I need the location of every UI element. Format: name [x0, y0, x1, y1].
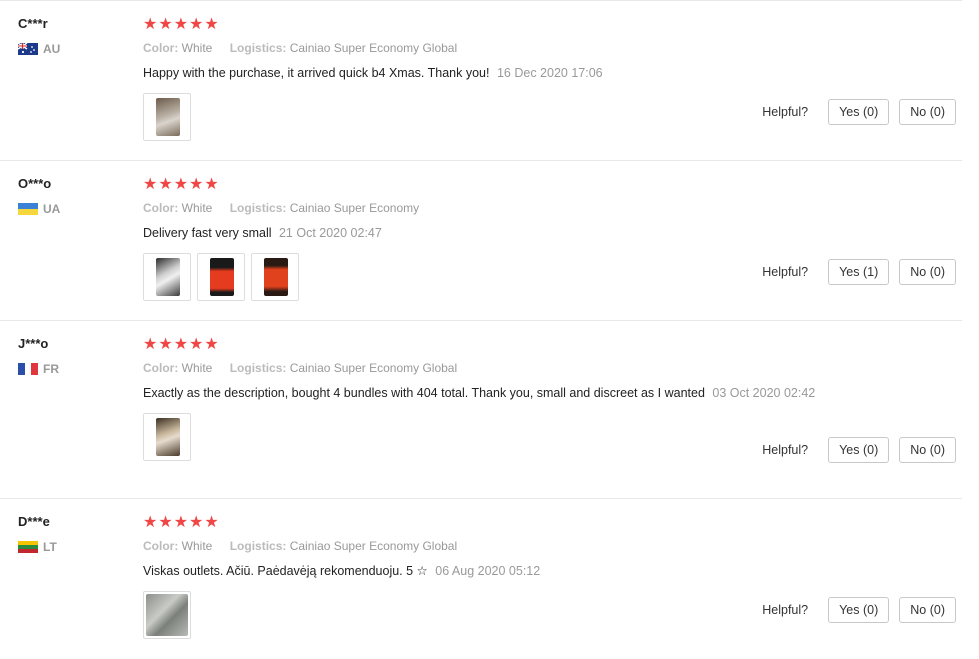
logistics-label: Logistics:	[229, 539, 287, 553]
color-label: Color:	[143, 41, 179, 55]
reviewer-info: O***o UA	[18, 175, 60, 216]
color-label: Color:	[143, 539, 179, 553]
reviewer-country: AU	[18, 42, 60, 56]
review-content: ★★★★★ Color: White Logistics: Cainiao Su…	[143, 335, 833, 461]
reviewer-name: C***r	[18, 16, 48, 31]
review-photo-thumbnail[interactable]	[197, 253, 245, 301]
reviewer-info: C***r AU	[18, 15, 60, 56]
helpful-yes-button[interactable]: Yes (0)	[828, 597, 890, 623]
logistics-value: Cainiao Super Economy Global	[289, 41, 458, 55]
country-code: FR	[43, 362, 59, 376]
review-item: J***o FR ★★★★★ Color: White Logistics: C…	[0, 320, 962, 499]
review-attributes: Color: White Logistics: Cainiao Super Ec…	[143, 39, 833, 57]
logistics-value: Cainiao Super Economy Global	[289, 539, 458, 553]
color-label: Color:	[143, 201, 179, 215]
review-text: Delivery fast very small	[143, 226, 272, 240]
review-text: Exactly as the description, bought 4 bun…	[143, 386, 705, 400]
review-photo-thumbnail[interactable]	[251, 253, 299, 301]
country-code: LT	[43, 540, 57, 554]
reviewer-info: J***o FR	[18, 335, 59, 376]
helpful-yes-button[interactable]: Yes (1)	[828, 259, 890, 285]
review-text: Viskas outlets. Ačiū. Paėdavėją rekomend…	[143, 564, 428, 578]
logistics-value: Cainiao Super Economy	[289, 201, 420, 215]
helpful-label: Helpful?	[762, 105, 809, 119]
country-code: AU	[43, 42, 61, 56]
reviewer-name: O***o	[18, 176, 52, 191]
reviewer-country: FR	[18, 362, 59, 376]
review-attributes: Color: White Logistics: Cainiao Super Ec…	[143, 359, 833, 377]
review-item: C***r AU ★★★★★ Color: White Logistics: C…	[0, 0, 962, 161]
color-value: White	[181, 361, 213, 375]
review-photos	[143, 253, 833, 301]
helpful-label: Helpful?	[762, 265, 809, 279]
reviewer-country: LT	[18, 540, 57, 554]
logistics-label: Logistics:	[229, 201, 287, 215]
logistics-label: Logistics:	[229, 361, 287, 375]
helpful-label: Helpful?	[762, 443, 809, 457]
reviewer-name: D***e	[18, 514, 50, 529]
review-photo-thumbnail[interactable]	[143, 253, 191, 301]
star-rating: ★★★★★	[143, 514, 220, 531]
review-attributes: Color: White Logistics: Cainiao Super Ec…	[143, 537, 833, 555]
review-date: 06 Aug 2020 05:12	[435, 564, 541, 578]
helpful-no-button[interactable]: No (0)	[899, 99, 956, 125]
review-text-block: Delivery fast very small 21 Oct 2020 02:…	[143, 223, 833, 243]
review-photos	[143, 93, 833, 141]
star-rating: ★★★★★	[143, 176, 220, 193]
review-text-block: Viskas outlets. Ačiū. Paėdavėją rekomend…	[143, 561, 833, 581]
review-item: O***o UA ★★★★★ Color: White Logistics: C…	[0, 160, 962, 321]
review-content: ★★★★★ Color: White Logistics: Cainiao Su…	[143, 15, 833, 141]
review-date: 16 Dec 2020 17:06	[496, 66, 603, 80]
flag-au-icon	[18, 43, 38, 55]
review-text-block: Happy with the purchase, it arrived quic…	[143, 63, 833, 83]
review-attributes: Color: White Logistics: Cainiao Super Ec…	[143, 199, 833, 217]
logistics-value: Cainiao Super Economy Global	[289, 361, 458, 375]
helpful-label: Helpful?	[762, 603, 809, 617]
review-text: Happy with the purchase, it arrived quic…	[143, 66, 490, 80]
star-rating: ★★★★★	[143, 16, 220, 33]
helpful-voting: Helpful? Yes (0) No (0)	[762, 99, 956, 125]
reviewer-info: D***e LT	[18, 513, 57, 554]
review-date: 21 Oct 2020 02:47	[278, 226, 382, 240]
review-content: ★★★★★ Color: White Logistics: Cainiao Su…	[143, 175, 833, 301]
review-date: 03 Oct 2020 02:42	[712, 386, 816, 400]
helpful-voting: Helpful? Yes (0) No (0)	[762, 597, 956, 623]
helpful-no-button[interactable]: No (0)	[899, 597, 956, 623]
logistics-label: Logistics:	[229, 41, 287, 55]
helpful-voting: Helpful? Yes (0) No (0)	[762, 437, 956, 463]
reviewer-country: UA	[18, 202, 60, 216]
color-label: Color:	[143, 361, 179, 375]
flag-fr-icon	[18, 363, 38, 375]
review-photo-thumbnail[interactable]	[143, 591, 191, 639]
flag-ua-icon	[18, 203, 38, 215]
review-text-block: Exactly as the description, bought 4 bun…	[143, 383, 833, 403]
color-value: White	[181, 201, 213, 215]
color-value: White	[181, 41, 213, 55]
helpful-yes-button[interactable]: Yes (0)	[828, 99, 890, 125]
country-code: UA	[43, 202, 61, 216]
review-item: D***e LT ★★★★★ Color: White Logistics: C…	[0, 498, 962, 659]
review-photos	[143, 591, 833, 639]
review-photo-thumbnail[interactable]	[143, 413, 191, 461]
helpful-no-button[interactable]: No (0)	[899, 437, 956, 463]
helpful-voting: Helpful? Yes (1) No (0)	[762, 259, 956, 285]
color-value: White	[181, 539, 213, 553]
helpful-yes-button[interactable]: Yes (0)	[828, 437, 890, 463]
reviewer-name: J***o	[18, 336, 49, 351]
helpful-no-button[interactable]: No (0)	[899, 259, 956, 285]
star-rating: ★★★★★	[143, 336, 220, 353]
flag-lt-icon	[18, 541, 38, 553]
review-photo-thumbnail[interactable]	[143, 93, 191, 141]
review-photos	[143, 413, 833, 461]
review-content: ★★★★★ Color: White Logistics: Cainiao Su…	[143, 513, 833, 639]
